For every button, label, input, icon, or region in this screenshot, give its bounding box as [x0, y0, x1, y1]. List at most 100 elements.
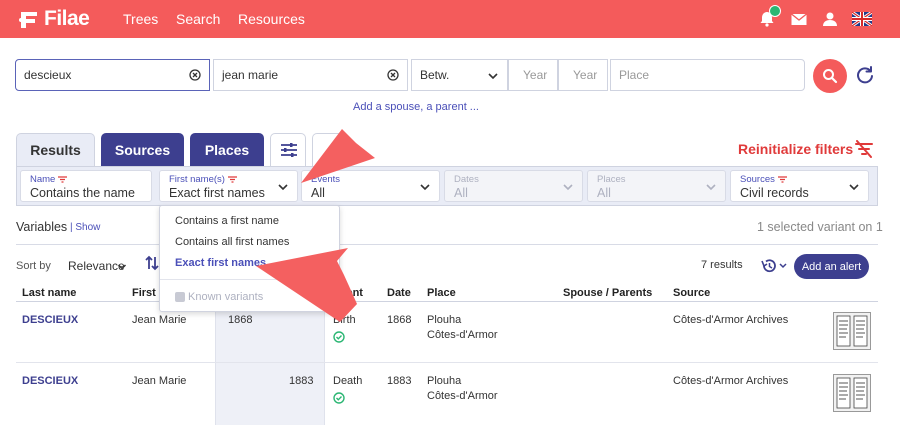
- verified-icon: [333, 392, 345, 404]
- chevron-down-icon: [278, 184, 288, 191]
- row2-last-name[interactable]: DESCIEUX: [22, 375, 78, 387]
- uk-flag-icon[interactable]: [852, 12, 872, 26]
- year-to-placeholder: Year: [573, 68, 598, 82]
- chevron-down-icon: [706, 184, 716, 191]
- clear-first-name-icon[interactable]: [387, 69, 399, 81]
- document-icon: [836, 315, 868, 347]
- filter-settings-tab[interactable]: [270, 133, 306, 166]
- nav-search[interactable]: Search: [176, 11, 220, 27]
- sort-by-label: Sort by: [16, 260, 51, 272]
- divider: [16, 244, 878, 245]
- date-mode-value: Betw.: [420, 68, 450, 82]
- row1-region: Côtes-d'Armor: [427, 329, 498, 341]
- year-to-input[interactable]: Year: [558, 59, 608, 91]
- date-mode-select[interactable]: Betw.: [411, 59, 508, 91]
- refresh-icon[interactable]: [855, 65, 875, 85]
- filter-events-label: Events: [311, 174, 341, 185]
- col-place[interactable]: Place: [427, 287, 456, 299]
- variables-label: Variables: [16, 220, 68, 234]
- active-filter-icon: [777, 176, 787, 183]
- dropdown-divider: [160, 279, 339, 280]
- col-source[interactable]: Source: [673, 287, 710, 299]
- history-icon[interactable]: [760, 258, 788, 274]
- year-from-placeholder: Year: [523, 68, 548, 82]
- variables-show-link[interactable]: | Show: [70, 222, 100, 233]
- filter-sources-label: Sources: [740, 174, 775, 185]
- mail-icon[interactable]: [790, 10, 808, 28]
- filter-dates[interactable]: Dates All: [444, 170, 583, 202]
- filter-name-label: Name: [30, 174, 56, 185]
- row1-event: Birth: [333, 314, 356, 326]
- row2-place: Plouha: [427, 375, 462, 387]
- user-icon[interactable]: [821, 10, 839, 28]
- known-variants-checkbox[interactable]: [175, 292, 185, 302]
- filae-logo-icon: [19, 12, 37, 28]
- row1-date: 1868: [387, 314, 412, 326]
- year-from-input[interactable]: Year: [508, 59, 558, 91]
- table-header-line: [16, 301, 878, 302]
- row2-source: Côtes-d'Armor Archives: [673, 375, 789, 387]
- row-divider: [16, 362, 878, 363]
- filter-name-value: Contains the name: [30, 186, 135, 200]
- col-date[interactable]: Date: [387, 287, 411, 299]
- extra-tab[interactable]: [312, 133, 348, 166]
- filter-places[interactable]: Places All: [587, 170, 726, 202]
- tab-places[interactable]: Places: [190, 133, 264, 166]
- col-last-name[interactable]: Last name: [22, 287, 76, 299]
- filter-places-label: Places: [597, 174, 626, 185]
- chevron-down-icon: [563, 184, 573, 191]
- add-alert-button[interactable]: Add an alert: [794, 254, 869, 279]
- search-icon: [823, 69, 838, 84]
- last-name-input[interactable]: descieux: [15, 59, 210, 91]
- filter-first-names[interactable]: First name(s) Exact first names: [159, 170, 298, 202]
- place-placeholder: Place: [619, 68, 650, 82]
- record-thumbnail[interactable]: [833, 312, 871, 350]
- show-text: Show: [75, 222, 101, 233]
- document-icon: [836, 377, 868, 409]
- row1-place: Plouha: [427, 314, 462, 326]
- tab-sources[interactable]: Sources: [101, 133, 184, 166]
- nav-trees[interactable]: Trees: [123, 11, 158, 27]
- active-filter-icon: [58, 176, 68, 183]
- notification-dot: [769, 5, 781, 17]
- row1-year: 1868: [228, 314, 253, 326]
- reinitialize-filters-link[interactable]: Reinitialize filters: [738, 141, 853, 157]
- row2-year: 1883: [289, 375, 314, 387]
- option-contains-first-name[interactable]: Contains a first name: [175, 215, 279, 227]
- chevron-down-icon: [420, 184, 430, 191]
- add-spouse-link[interactable]: Add a spouse, a parent ...: [353, 101, 479, 113]
- row2-date: 1883: [387, 375, 412, 387]
- search-button[interactable]: [813, 59, 847, 93]
- option-contains-all-first-names[interactable]: Contains all first names: [175, 236, 289, 248]
- row1-source: Côtes-d'Armor Archives: [673, 314, 789, 326]
- filter-sources[interactable]: Sources Civil records: [730, 170, 869, 202]
- sliders-icon: [281, 143, 297, 157]
- filter-events[interactable]: Events All: [301, 170, 440, 202]
- col-spouse-parents[interactable]: Spouse / Parents: [563, 287, 652, 299]
- verified-icon: [333, 331, 345, 343]
- first-names-dropdown: Contains a first name Contains all first…: [159, 205, 340, 312]
- active-filter-icon: [227, 176, 237, 183]
- tab-results[interactable]: Results: [16, 133, 95, 166]
- chevron-down-icon[interactable]: [117, 262, 127, 272]
- clear-last-name-icon[interactable]: [189, 69, 201, 81]
- sort-order-icon[interactable]: [145, 255, 159, 271]
- place-input[interactable]: Place: [610, 59, 805, 91]
- row1-last-name[interactable]: DESCIEUX: [22, 314, 78, 326]
- known-variants-label: Known variants: [188, 291, 264, 303]
- row2-first-name: Jean Marie: [132, 375, 187, 387]
- clear-filter-icon[interactable]: [854, 140, 874, 158]
- last-name-value: descieux: [24, 68, 72, 82]
- filter-dates-label: Dates: [454, 174, 479, 185]
- row1-first-name: Jean Marie: [132, 314, 187, 326]
- filter-name[interactable]: Name Contains the name: [20, 170, 152, 202]
- option-exact-first-names[interactable]: Exact first names: [175, 257, 266, 269]
- filae-logo[interactable]: Filae: [18, 6, 90, 32]
- chevron-down-icon: [488, 73, 498, 80]
- brand-name: Filae: [44, 7, 90, 30]
- first-name-input[interactable]: jean marie: [213, 59, 408, 91]
- nav-resources[interactable]: Resources: [238, 11, 305, 27]
- variant-info: 1 selected variant on 1: [757, 220, 883, 234]
- chevron-down-icon: [849, 184, 859, 191]
- record-thumbnail[interactable]: [833, 374, 871, 412]
